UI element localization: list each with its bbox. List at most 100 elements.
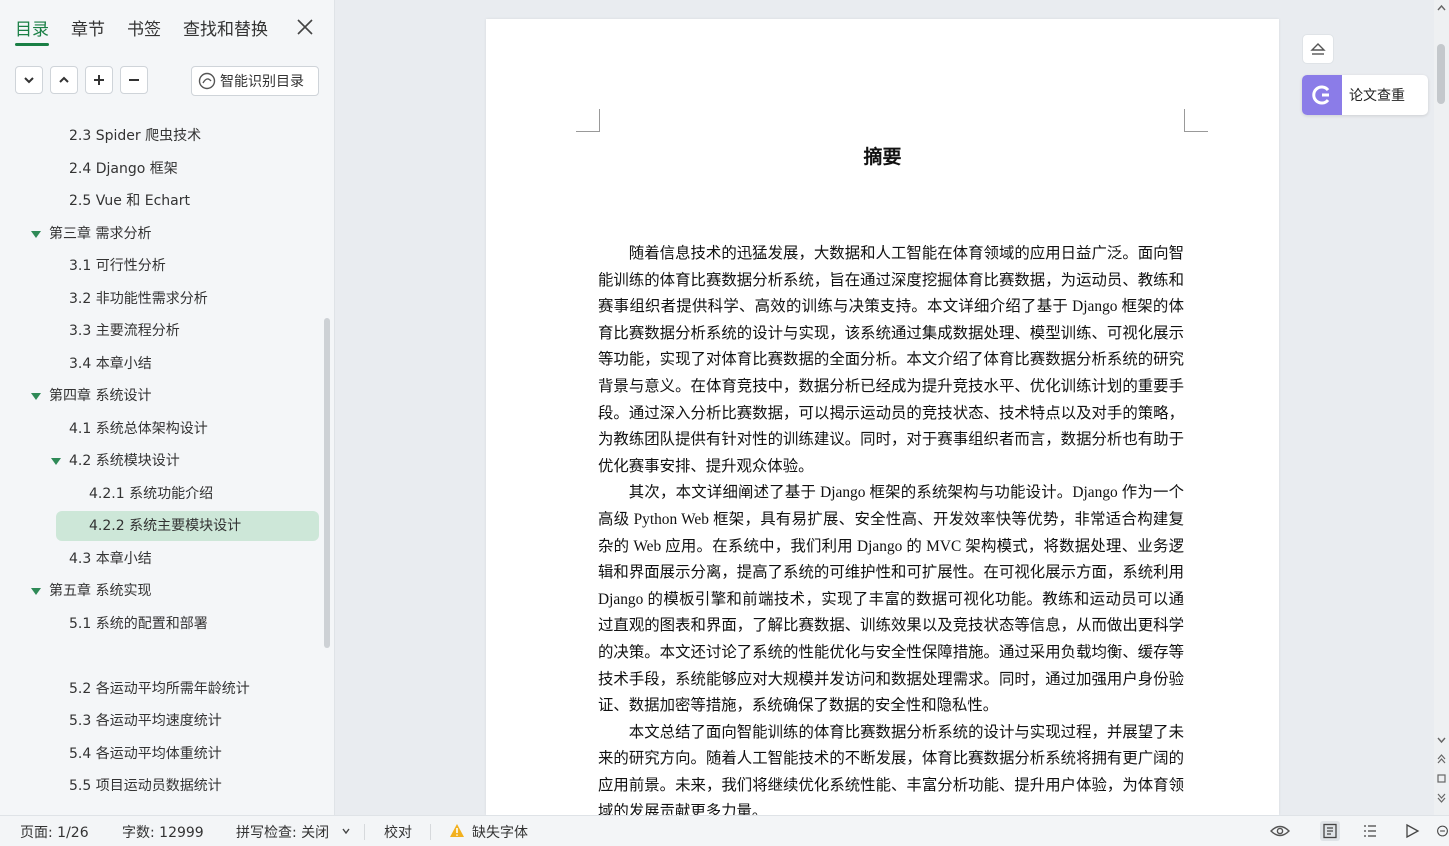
toc-item-label: 4.2.2 系统主要模块设计 (89, 518, 242, 534)
toc-item[interactable]: 4.2.2 系统主要模块设计 (56, 511, 319, 541)
plagiarism-logo-icon (1302, 75, 1342, 115)
sidebar: 目录 章节 书签 查找和替换 智能识别目录 2.3 Spider 爬虫技术 2.4… (0, 0, 335, 815)
add-heading-button[interactable] (85, 66, 113, 94)
document-page: 摘要 随着信息技术的迅猛发展，大数据和人工智能在体育领域的应用日益广泛。面向智能… (486, 19, 1279, 815)
missing-font-button[interactable]: 缺失字体 (472, 822, 528, 842)
toc-item[interactable]: 5.2 各运动平均所需年龄统计 (0, 674, 322, 704)
toc-item[interactable]: 2.5 Vue 和 Echart (0, 186, 322, 216)
next-page-icon[interactable] (1437, 793, 1446, 803)
smart-toc-button[interactable]: 智能识别目录 (191, 66, 319, 96)
sidebar-scrollbar[interactable] (324, 318, 330, 648)
toc-item[interactable]: 2.3 Spider 爬虫技术 (0, 121, 322, 151)
close-icon[interactable] (296, 18, 314, 36)
scroll-up-arrow-icon[interactable] (1437, 4, 1446, 12)
margin-corner-left (576, 109, 600, 132)
toc-item-label: 第三章 需求分析 (49, 225, 152, 242)
divider (364, 824, 365, 840)
toc-item[interactable]: 第五章 系统实现 (0, 576, 322, 606)
collapse-panel-button[interactable] (1302, 34, 1334, 64)
toc-item-label: 3.3 主要流程分析 (69, 323, 180, 339)
toc-list: 2.3 Spider 爬虫技术 2.4 Django 框架 2.5 Vue 和 Ec… (0, 120, 322, 815)
spell-check-toggle[interactable]: 拼写检查: 关闭 (236, 822, 329, 842)
toc-item-label: 第五章 系统实现 (49, 583, 152, 599)
collapse-down-button[interactable] (15, 66, 43, 94)
toc-item[interactable]: 3.4 本章小结 (0, 349, 322, 379)
paragraph: 其次，本文详细阐述了基于 Django 框架的系统架构与功能设计。Django … (598, 484, 1184, 715)
proofread-button[interactable]: 校对 (384, 822, 412, 842)
toc-item[interactable]: 4.2.1 系统功能介绍 (0, 479, 322, 509)
scroll-down-arrow-icon[interactable] (1437, 736, 1446, 744)
toc-item-label: 4.2.1 系统功能介绍 (89, 485, 214, 502)
paragraph: 随着信息技术的迅猛发展，大数据和人工智能在体育领域的应用日益广泛。面向智能训练的… (598, 245, 1184, 475)
zoom-icon (1437, 825, 1448, 837)
toc-item-label: 5.2 各运动平均所需年龄统计 (69, 680, 250, 697)
toc-item-label: 4.2 系统模块设计 (69, 453, 180, 469)
toc-item[interactable]: 第四章 系统设计 (0, 381, 322, 411)
toc-item-label: 5.1 系统的配置和部署 (69, 615, 208, 632)
toc-toolbar: 智能识别目录 (0, 66, 334, 98)
play-icon (1406, 823, 1420, 839)
toc-item-label: 3.2 非功能性需求分析 (69, 290, 208, 307)
expand-triangle-icon[interactable] (31, 230, 41, 238)
minus-icon (129, 79, 139, 81)
toc-item[interactable]: 4.2 系统模块设计 (0, 446, 322, 476)
chevron-down-icon (24, 77, 34, 84)
toc-item[interactable]: 5.1 系统的配置和部署 (0, 609, 322, 639)
remove-heading-button[interactable] (120, 66, 148, 94)
page-view-icon (1323, 823, 1337, 839)
chevron-down-icon[interactable] (342, 828, 350, 834)
toc-item-label: 3.1 可行性分析 (69, 258, 166, 274)
toc-item[interactable]: 3.1 可行性分析 (0, 251, 322, 281)
scrollbar-thumb[interactable] (1437, 44, 1445, 104)
prev-page-icon[interactable] (1437, 754, 1446, 764)
expand-triangle-icon[interactable] (51, 458, 61, 465)
tab-bookmarks[interactable]: 书签 (127, 15, 161, 40)
toc-item[interactable]: 3.3 主要流程分析 (0, 316, 322, 346)
toc-item[interactable]: 4.1 系统总体架构设计 (0, 414, 322, 444)
toc-item[interactable]: 3.2 非功能性需求分析 (0, 284, 322, 314)
eye-icon (1270, 825, 1290, 837)
expand-triangle-icon[interactable] (31, 588, 41, 595)
toc-item[interactable]: 2.4 Django 框架 (0, 154, 322, 184)
toc-item[interactable]: 5.4 各运动平均体重统计 (0, 739, 322, 769)
select-browse-icon[interactable] (1437, 774, 1446, 783)
tab-toc[interactable]: 目录 (15, 15, 49, 46)
tab-chapters[interactable]: 章节 (71, 15, 105, 40)
toc-item-label: 第四章 系统设计 (49, 388, 152, 404)
document-body[interactable]: 随着信息技术的迅猛发展，大数据和人工智能在体育领域的应用日益广泛。面向智能训练的… (598, 241, 1184, 815)
margin-corner-right (1184, 109, 1208, 132)
smart-toc-label: 智能识别目录 (220, 74, 304, 90)
expand-triangle-icon[interactable] (31, 393, 41, 400)
play-button[interactable] (1402, 821, 1422, 841)
plagiarism-label: 论文查重 (1349, 88, 1405, 104)
page-indicator[interactable]: 页面: 1/26 (20, 822, 89, 842)
toc-item-label: 4.3 本章小结 (69, 550, 152, 567)
word-count[interactable]: 字数: 12999 (122, 822, 204, 842)
ai-icon (198, 72, 216, 90)
toc-item-label: 5.3 各运动平均速度统计 (69, 713, 222, 729)
collapse-up-button[interactable] (50, 66, 78, 94)
toc-item-label: 2.5 Vue 和 Echart (69, 193, 190, 209)
outline-view-button[interactable] (1360, 821, 1380, 841)
toc-item[interactable]: 4.3 本章小结 (0, 544, 322, 574)
paragraph: 本文总结了面向智能训练的体育比赛数据分析系统的设计与实现过程，并展望了未来的研究… (598, 723, 1184, 815)
eye-protect-button[interactable] (1270, 821, 1290, 841)
plagiarism-check-button[interactable]: 论文查重 (1302, 75, 1428, 115)
toc-item[interactable] (0, 641, 322, 671)
zoom-button[interactable] (1436, 821, 1449, 841)
toc-item[interactable]: 5.5 项目运动员数据统计 (0, 771, 322, 801)
document-title: 摘要 (863, 146, 902, 168)
tab-find-replace[interactable]: 查找和替换 (183, 15, 268, 40)
toc-item[interactable]: 第三章 需求分析 (0, 219, 322, 249)
toc-item[interactable]: 5.3 各运动平均速度统计 (0, 706, 322, 736)
toc-item-label: 5.4 各运动平均体重统计 (69, 745, 222, 762)
toc-item-label: 2.3 Spider 爬虫技术 (69, 128, 202, 144)
toc-item-label: 4.1 系统总体架构设计 (69, 420, 208, 437)
page-view-button[interactable] (1320, 821, 1340, 841)
document-scrollbar[interactable] (1434, 0, 1449, 815)
status-bar: 页面: 1/26 字数: 12999 拼写检查: 关闭 校对 缺失字体 (0, 815, 1449, 846)
toc-item-label: 5.5 项目运动员数据统计 (69, 778, 222, 794)
toc-item-label: 2.4 Django 框架 (69, 160, 178, 177)
plus-icon (94, 75, 104, 85)
chevron-up-icon (59, 76, 69, 83)
